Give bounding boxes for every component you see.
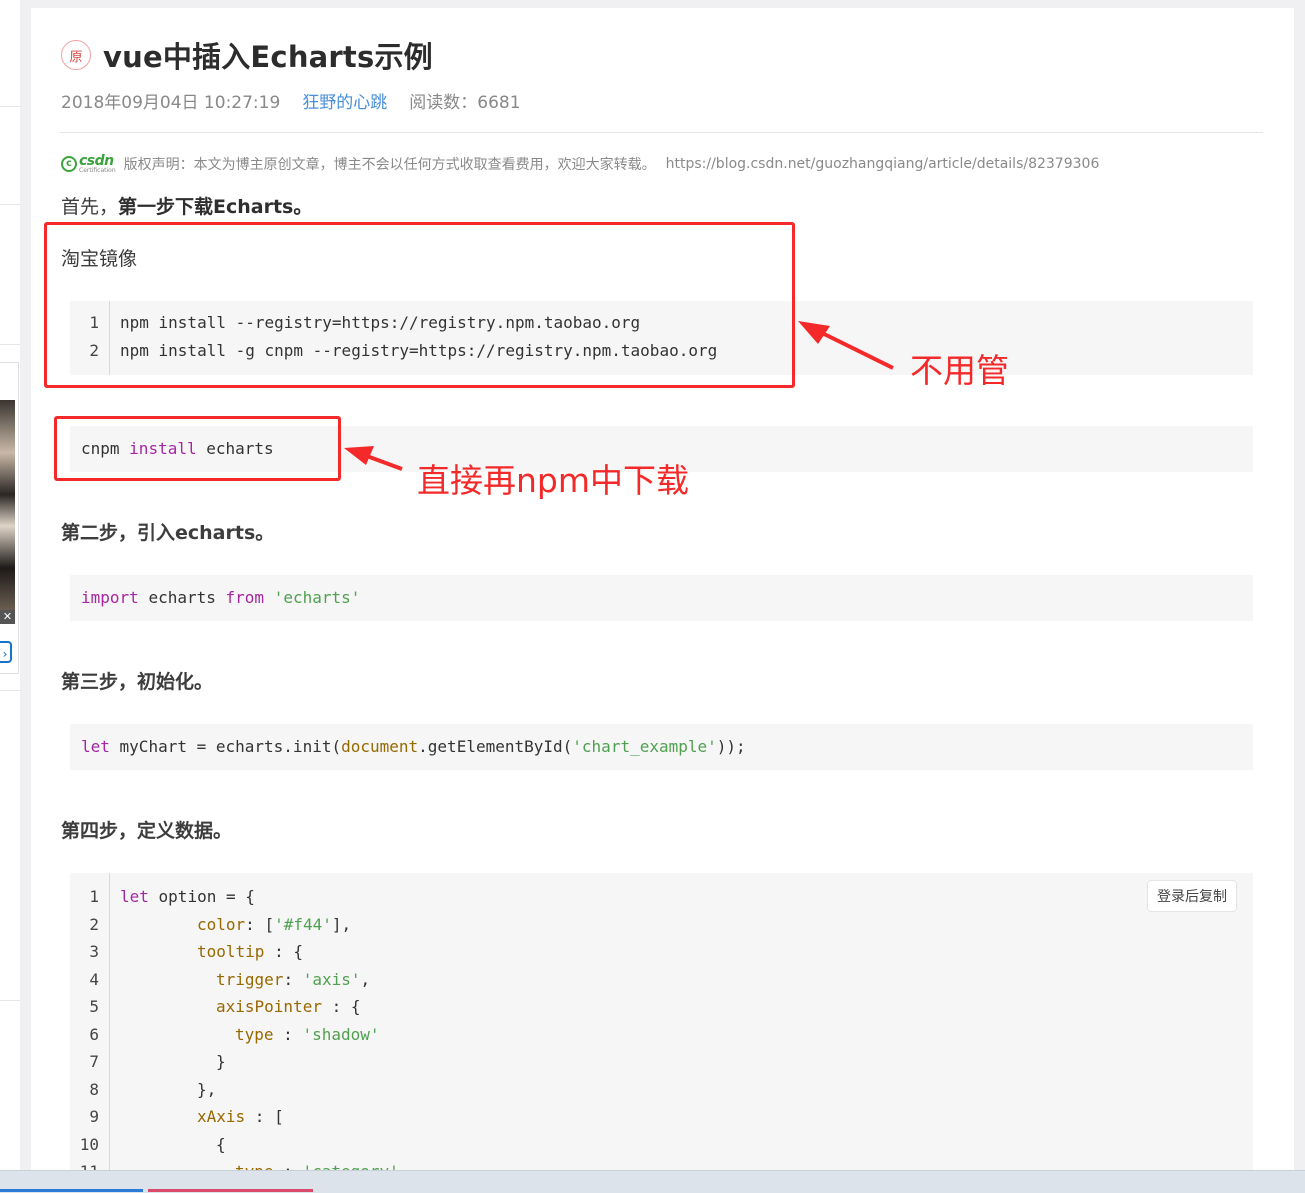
code-token: : [ <box>245 1107 284 1126</box>
copyright-text: 版权声明：本文为博主原创文章，博主不会以任何方式收取查看费用，欢迎大家转载。 <box>123 157 656 173</box>
title-row: 原 vue中插入Echarts示例 <box>61 34 433 76</box>
code-token: : { <box>264 942 303 961</box>
csdn-shield-icon: c <box>61 156 77 172</box>
code-string: 'echarts' <box>273 588 361 607</box>
code-token: echarts <box>148 588 216 607</box>
annotation-download-npm: 直接再npm中下载 <box>417 461 690 500</box>
line-number: 1 <box>89 887 99 906</box>
code-builtin: document <box>341 737 419 756</box>
copy-button[interactable]: 登录后复制 <box>1147 880 1237 912</box>
code-keyword: let <box>120 887 149 906</box>
code-attr: type <box>235 1025 274 1044</box>
line-number: 4 <box>89 970 99 989</box>
line-number: 6 <box>89 1025 99 1044</box>
code-line: xAxis : [ <box>197 1107 284 1126</box>
line-number: 9 <box>89 1107 99 1126</box>
divider <box>0 1000 20 1001</box>
code-token: : [ <box>245 915 275 934</box>
code-line: let option = { <box>120 887 255 906</box>
code-attr: color <box>197 915 246 934</box>
code-string: '#f44' <box>274 915 332 934</box>
line-number: 5 <box>89 997 99 1016</box>
code-token: : <box>283 970 303 989</box>
code-keyword: import <box>81 588 139 607</box>
code-token: option = { <box>148 887 255 906</box>
code-line: trigger: 'axis', <box>216 970 370 989</box>
annotation-box-cnpm <box>54 416 341 481</box>
code-keyword: let <box>81 737 110 756</box>
article-card: 原 vue中插入Echarts示例 2018年09月04日 10:27:19 狂… <box>31 8 1294 1173</box>
code-attr: tooltip <box>197 942 265 961</box>
copyright-notice: c csdn Certification 版权声明：本文为博主原创文章，博主不会… <box>61 154 1099 174</box>
code-token: , <box>360 970 371 989</box>
code-token: : <box>273 1025 303 1044</box>
code-attr: trigger <box>216 970 284 989</box>
code-block-import[interactable]: import echarts from 'echarts' <box>70 575 1253 621</box>
code-token: myChart = echarts.init( <box>109 737 342 756</box>
code-line: let myChart = echarts.init(document.getE… <box>81 737 746 756</box>
step2-heading: 第二步，引入echarts。 <box>61 522 275 544</box>
code-token: )); <box>716 737 746 756</box>
code-line: color: ['#f44'], <box>197 915 351 934</box>
code-line: }, <box>197 1080 217 1099</box>
code-token: : { <box>321 997 361 1016</box>
line-number: 2 <box>89 915 99 934</box>
chevron-right-icon[interactable]: › <box>0 641 12 663</box>
divider <box>0 690 20 691</box>
csdn-logo-subtext: Certification <box>79 167 116 174</box>
step1-paragraph: 首先，第一步下载Echarts。 <box>61 192 312 219</box>
line-number: 10 <box>79 1135 99 1154</box>
csdn-logo-text: csdn <box>79 153 114 169</box>
code-line: } <box>216 1052 226 1071</box>
publish-date: 2018年09月04日 10:27:19 <box>61 93 281 113</box>
step3-heading: 第三步，初始化。 <box>61 671 214 693</box>
line-number: 7 <box>89 1052 99 1071</box>
code-keyword: from <box>225 588 265 607</box>
code-block-init[interactable]: let myChart = echarts.init(document.getE… <box>70 724 1253 770</box>
code-attr: xAxis <box>197 1107 246 1126</box>
close-icon[interactable]: ✕ <box>0 610 15 624</box>
code-string: 'axis' <box>302 970 361 989</box>
annotation-dont-care: 不用管 <box>910 351 1009 390</box>
code-token: ], <box>331 915 352 934</box>
code-line: type : 'shadow' <box>235 1025 380 1044</box>
line-number: 8 <box>89 1080 99 1099</box>
code-string: 'shadow' <box>302 1025 380 1044</box>
code-line: { <box>216 1135 226 1154</box>
article-url[interactable]: https://blog.csdn.net/guozhangqiang/arti… <box>666 156 1100 172</box>
code-string: 'chart_example' <box>572 737 717 756</box>
step4-heading: 第四步，定义数据。 <box>61 820 233 842</box>
step1-prefix: 首先， <box>61 196 119 218</box>
step1-heading: 第一步下载Echarts。 <box>118 196 313 218</box>
code-block-option[interactable]: 登录后复制 1 2 3 4 5 6 7 8 9 10 11 let option… <box>70 873 1253 1173</box>
line-numbers: 1 2 3 4 5 6 7 8 9 10 11 <box>70 873 110 1173</box>
code-token: .getElementById( <box>418 737 573 756</box>
annotation-box-mirror <box>44 222 795 388</box>
view-count: 阅读数：6681 <box>409 93 521 113</box>
line-number: 3 <box>89 942 99 961</box>
divider <box>60 132 1263 133</box>
divider <box>0 106 20 107</box>
article-meta: 2018年09月04日 10:27:19 狂野的心跳 阅读数：6681 <box>61 88 521 113</box>
page-title: vue中插入Echarts示例 <box>103 40 433 74</box>
code-line: axisPointer : { <box>216 997 361 1016</box>
code-line: import echarts from 'echarts' <box>81 588 360 607</box>
divider <box>0 204 20 205</box>
ad-image[interactable] <box>0 400 15 610</box>
code-line: tooltip : { <box>197 942 303 961</box>
original-badge: 原 <box>61 40 91 70</box>
author-link[interactable]: 狂野的心跳 <box>302 88 387 113</box>
code-attr: axisPointer <box>216 997 322 1016</box>
divider <box>0 344 20 345</box>
csdn-certification-logo: c csdn Certification <box>61 154 116 174</box>
